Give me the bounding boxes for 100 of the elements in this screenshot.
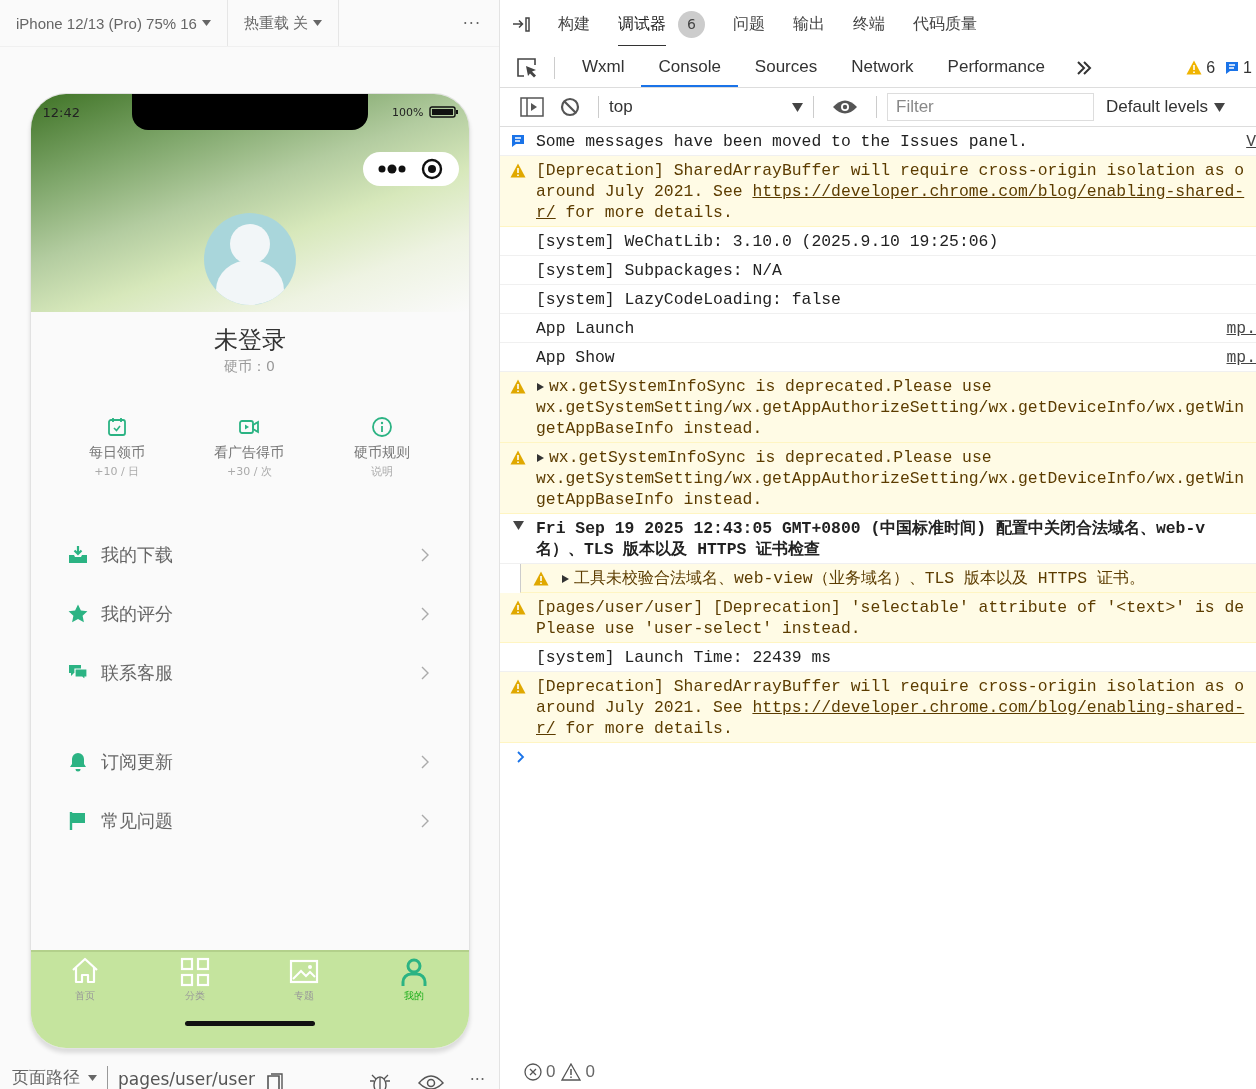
warning-count[interactable]: 6: [1206, 58, 1216, 77]
log-message: [Deprecation] SharedArrayBuffer will require cross-origin isolation as o: [536, 676, 1245, 697]
chevron-right-icon: [420, 754, 429, 769]
caret-icon: [88, 1074, 97, 1081]
warning-icon: [510, 600, 526, 615]
caret-icon: [201, 20, 211, 26]
quick-action[interactable]: 看广告得币 +30 / 次: [194, 416, 305, 479]
log-message: App Show: [536, 347, 615, 368]
panel-tab[interactable]: 输出: [779, 0, 839, 48]
battery-level: 100%: [392, 105, 424, 119]
message-icon: [511, 134, 525, 148]
more-dots-icon: [378, 164, 406, 174]
log-message: wx.getSystemInfoSync is deprecated.Please use: [549, 376, 992, 397]
bug-icon[interactable]: [367, 1073, 392, 1089]
panel-tab[interactable]: 构建: [544, 0, 604, 48]
menu-item[interactable]: 订阅更新: [30, 732, 469, 791]
more-tabs-icon[interactable]: [1075, 60, 1092, 75]
log-message: around July 2021. See: [536, 697, 744, 718]
eye-icon[interactable]: [832, 99, 858, 115]
collapsed-triangle-icon[interactable]: [536, 452, 545, 463]
devtools-tab[interactable]: Network: [834, 48, 931, 87]
log-message: for more details.: [564, 202, 733, 223]
quick-action[interactable]: 硬币规则 说明: [327, 416, 438, 479]
menu-item[interactable]: 常见问题: [30, 791, 469, 850]
panel-tab[interactable]: 代码质量: [899, 0, 991, 48]
hot-reload-toggle[interactable]: 热重载 关: [227, 0, 340, 46]
caret-icon: [792, 102, 803, 112]
log-message: [system] Launch Time: 22439 ms: [536, 647, 832, 668]
devtools-tab[interactable]: Performance: [930, 48, 1062, 87]
warning-icon: [510, 379, 526, 394]
copy-icon[interactable]: [264, 1073, 283, 1089]
grid-icon: [178, 956, 211, 988]
source-link[interactable]: mp.: [1226, 318, 1256, 339]
coin-balance: 硬币：0: [223, 358, 276, 376]
user-name: 未登录: [212, 325, 287, 356]
error-count: 0: [546, 1062, 556, 1082]
calendar-icon: [105, 416, 128, 438]
collapsed-triangle-icon[interactable]: [536, 381, 545, 392]
sidebar-toggle-icon[interactable]: [520, 97, 544, 117]
devtools-tab[interactable]: Console: [641, 48, 738, 87]
collapsed-triangle-icon[interactable]: [561, 573, 570, 584]
message-count[interactable]: 1: [1243, 58, 1252, 77]
warning-icon: [1186, 60, 1203, 75]
devtools-tab[interactable]: Wxml: [565, 48, 642, 87]
quick-action[interactable]: 每日领币 +10 / 日: [61, 416, 172, 479]
more-button[interactable]: ···: [462, 13, 481, 33]
log-message: [system] LazyCodeLoading: false: [536, 289, 841, 310]
battery-icon: [428, 106, 459, 118]
count-badge: 6: [678, 10, 705, 38]
context-selector[interactable]: top: [609, 97, 803, 117]
source-link[interactable]: https://developer.chrome.com/blog/enabling-shared-: [752, 697, 1245, 718]
clear-console-icon[interactable]: [560, 97, 580, 117]
log-message: Fri Sep 19 2025 12:43:05 GMT+0800 (中国标准时间) 配置中关闭合法域名、web-v: [536, 518, 1206, 539]
menu-item[interactable]: 我的评分: [30, 584, 469, 643]
menu-item[interactable]: 联系客服: [30, 643, 469, 702]
warning-icon: [510, 450, 526, 465]
caret-icon: [1214, 102, 1226, 112]
expanded-triangle-icon[interactable]: [512, 521, 524, 531]
log-message: 名）、TLS 版本以及 HTTPS 证书检查: [536, 539, 821, 560]
chevron-right-icon: [420, 547, 429, 562]
log-message: [system] WeChatLib: 3.10.0 (2025.9.10 19:25:06): [536, 231, 999, 252]
capsule-button[interactable]: [362, 152, 459, 186]
log-message: wx.getSystemSetting/wx.getAppAuthorizeSetting/wx.getDeviceInfo/wx.getWin: [536, 468, 1245, 489]
chevron-right-icon: [420, 813, 429, 828]
log-message: wx.getSystemSetting/wx.getAppAuthorizeSetting/wx.getDeviceInfo/wx.getWin: [536, 397, 1245, 418]
panel-tab[interactable]: 问题: [719, 0, 779, 48]
source-link[interactable]: r/: [536, 202, 556, 223]
chevron-right-icon: [420, 606, 429, 621]
device-selector[interactable]: iPhone 12/13 (Pro) 75% 16: [0, 0, 228, 46]
log-message: Some messages have been moved to the Issues panel.: [536, 131, 1028, 152]
log-message: wx.getSystemInfoSync is deprecated.Please use: [549, 447, 992, 468]
source-link[interactable]: V: [1246, 131, 1256, 152]
message-icon: [1225, 60, 1240, 75]
chevron-right-icon: [420, 665, 429, 680]
warning-count: 0: [585, 1062, 595, 1082]
log-message: around July 2021. See: [536, 181, 744, 202]
filter-field[interactable]: Filter: [887, 93, 1094, 121]
levels-dropdown[interactable]: Default levels: [1106, 97, 1226, 117]
log-message: [Deprecation] SharedArrayBuffer will require cross-origin isolation as o: [536, 160, 1245, 181]
log-message: Please use 'user-select' instead.: [536, 618, 861, 639]
more-button[interactable]: ···: [469, 1070, 485, 1089]
page-path-selector[interactable]: 页面路径: [12, 1066, 108, 1089]
log-message: App Launch: [536, 318, 635, 339]
source-link[interactable]: r/: [536, 718, 556, 739]
dock-toggle-icon[interactable]: [512, 16, 532, 32]
log-message: [system] Subpackages: N/A: [536, 260, 782, 281]
status-time: 12:42: [42, 104, 80, 120]
source-link[interactable]: mp.: [1226, 347, 1256, 368]
log-message: getAppBaseInfo instead.: [536, 418, 763, 439]
panel-tab[interactable]: 终端: [839, 0, 899, 48]
menu-item[interactable]: 我的下载: [30, 525, 469, 584]
prompt-chevron-icon: [516, 751, 526, 763]
warning-icon: [533, 571, 549, 586]
log-message: for more details.: [564, 718, 733, 739]
info-icon: [371, 416, 394, 438]
eye-icon[interactable]: [417, 1073, 444, 1089]
devtools-tab[interactable]: Sources: [737, 48, 835, 87]
source-link[interactable]: https://developer.chrome.com/blog/enabling-shared-: [752, 181, 1245, 202]
download-tray-icon: [66, 543, 89, 566]
panel-tab[interactable]: 调试器: [604, 0, 680, 48]
